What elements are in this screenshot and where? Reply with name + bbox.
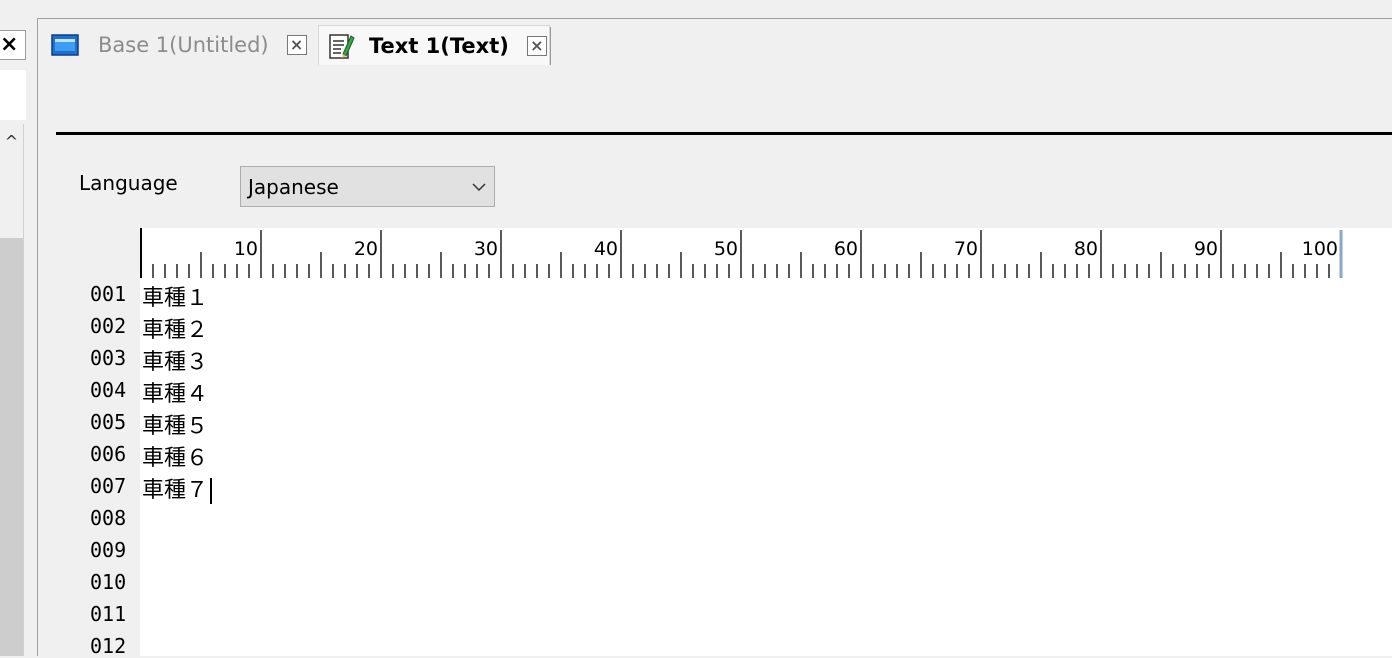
divider: [56, 132, 1392, 135]
line-number: 012: [90, 634, 127, 658]
text-caret: [210, 478, 213, 504]
line-number: 004: [90, 378, 127, 402]
ruler-label: 100: [1302, 238, 1338, 260]
line-number: 007: [90, 474, 127, 498]
text-edit-icon: [327, 33, 357, 59]
language-value: Japanese: [248, 174, 339, 199]
editor-line[interactable]: 車種５: [142, 408, 208, 440]
tab-bar: Base 1(Untitled) × Text 1(Text) ×: [38, 19, 1392, 65]
scrollbar-thumb[interactable]: [0, 238, 23, 656]
close-icon[interactable]: ×: [526, 35, 547, 56]
ruler-label: 90: [1194, 238, 1218, 260]
ruler-label: 80: [1074, 238, 1098, 260]
editor-line[interactable]: 車種７: [142, 472, 213, 504]
language-label: Language: [79, 171, 178, 195]
divider: [550, 27, 551, 65]
line-number: 010: [90, 570, 127, 594]
left-panel: × ^: [0, 0, 37, 656]
editor-line[interactable]: 車種３: [142, 344, 208, 376]
line-number: 009: [90, 538, 127, 562]
line-number: 002: [90, 314, 127, 338]
line-number: 008: [90, 506, 127, 530]
line-number: 005: [90, 410, 127, 434]
line-number: 001: [90, 282, 127, 306]
column-ruler: 10 20 30 40 50 60 70 80 90 100: [140, 228, 1392, 278]
line-number: 006: [90, 442, 127, 466]
line-number: 011: [90, 602, 127, 626]
toolbar-area: [38, 65, 1392, 133]
close-icon[interactable]: ×: [0, 30, 26, 60]
ruler-label: 50: [714, 238, 738, 260]
ruler-label: 70: [954, 238, 978, 260]
chevron-down-icon: [464, 177, 494, 196]
close-icon[interactable]: ×: [286, 35, 307, 55]
ruler-label: 20: [354, 238, 378, 260]
left-panel-area: [0, 70, 26, 120]
left-scrollbar[interactable]: ^: [0, 124, 24, 656]
tab-base-1[interactable]: Base 1(Untitled) ×: [50, 25, 316, 65]
editor-line[interactable]: 車種４: [142, 376, 208, 408]
ruler-label: 30: [474, 238, 498, 260]
ruler-label: 10: [234, 238, 258, 260]
window-icon: [50, 33, 80, 57]
text-editor[interactable]: [140, 278, 1392, 656]
ruler-ticks: 10 20 30 40 50 60 70 80 90 100: [140, 228, 1343, 278]
editor-line[interactable]: 車種６: [142, 440, 208, 472]
scroll-up-icon[interactable]: ^: [0, 124, 23, 160]
editor-line[interactable]: 車種１: [142, 280, 208, 312]
ruler-label: 40: [594, 238, 618, 260]
tab-label: Base 1(Untitled): [98, 33, 269, 57]
ruler-label: 60: [834, 238, 858, 260]
tab-label: Text 1(Text): [369, 33, 509, 58]
editor-line[interactable]: 車種２: [142, 312, 208, 344]
line-number: 003: [90, 346, 127, 370]
tab-text-1[interactable]: Text 1(Text) ×: [318, 25, 550, 65]
language-select[interactable]: Japanese: [240, 166, 495, 207]
